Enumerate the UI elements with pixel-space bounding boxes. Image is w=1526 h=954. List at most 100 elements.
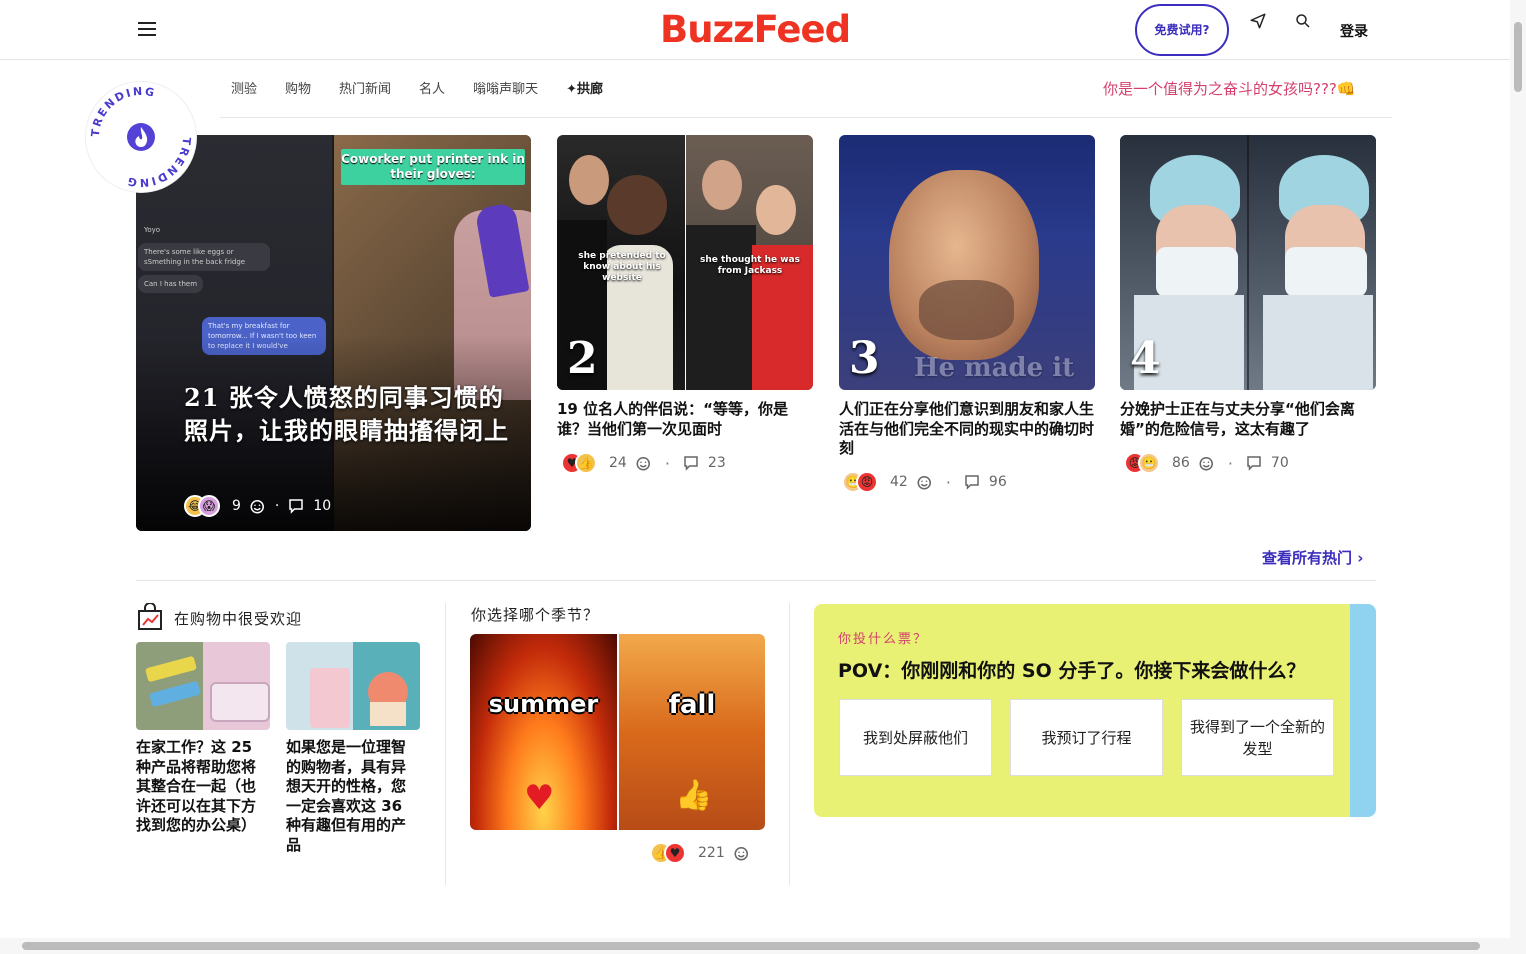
shopping-bag-icon: [138, 603, 162, 630]
comment-icon[interactable]: [1245, 454, 1263, 472]
add-reaction-icon[interactable]: [1198, 454, 1216, 472]
add-reaction-icon[interactable]: [249, 497, 267, 515]
summer-side[interactable]: summer ♥: [470, 634, 617, 830]
meta-dot: ·: [664, 453, 670, 473]
comment-count: 96: [988, 474, 1007, 490]
caption-right: she thought he was from Jackass: [700, 255, 800, 276]
card-thumbnail[interactable]: 4: [1120, 135, 1376, 390]
heart-icon: ♥: [524, 778, 555, 818]
card-meta: ♥ 👍 24 · 23: [561, 452, 726, 474]
meta-dot: ·: [945, 472, 951, 492]
vertical-scrollbar[interactable]: [1510, 0, 1526, 954]
chat-line: Yoyo: [144, 226, 161, 234]
shopping-thumbnail[interactable]: [286, 642, 420, 730]
summer-label: summer: [488, 690, 599, 718]
mask: [1156, 247, 1238, 297]
feature-overlay-label: Coworker put printer ink in their gloves…: [341, 149, 525, 185]
card-thumbnail[interactable]: He made it up 3: [839, 135, 1095, 390]
section-divider: [136, 580, 1376, 581]
nav-item-arcade[interactable]: ✦拱廊: [566, 78, 603, 97]
trending-card[interactable]: she pretended to know about his website …: [557, 135, 813, 439]
nav-item-celebrity[interactable]: 名人: [419, 78, 445, 97]
face: [702, 160, 742, 210]
comment-icon[interactable]: [682, 454, 700, 472]
feature-title[interactable]: 21 张令人愤怒的同事习惯的照片，让我的眼睛抽搐得闭上: [184, 381, 524, 447]
mask: [1285, 247, 1367, 297]
add-reaction-icon[interactable]: [635, 454, 653, 472]
poll-option[interactable]: 我到处屏蔽他们: [839, 699, 992, 776]
comment-count: 70: [1270, 455, 1289, 471]
login-link[interactable]: 登录: [1340, 21, 1368, 41]
thumb-right: [1249, 135, 1376, 390]
face: [607, 175, 667, 235]
season-quiz-heading[interactable]: 你选择哪个季节？: [471, 604, 599, 625]
season-quiz-image[interactable]: summer ♥ fall 👍: [470, 634, 765, 830]
free-trial-button[interactable]: 免费试用?: [1135, 4, 1229, 56]
view-all-trending-link[interactable]: 查看所有热门 ›: [1262, 547, 1363, 568]
comment-count: 10: [313, 498, 332, 514]
beard: [919, 280, 1014, 340]
season-quiz-meta: 👍 ♥ 221: [650, 842, 751, 864]
nav-item-buzzchat[interactable]: 嗡嗡声聊天: [473, 78, 538, 97]
caption: He made it up: [913, 353, 1075, 390]
vertical-scroll-thumb[interactable]: [1514, 22, 1522, 92]
cupcake-base: [370, 702, 406, 726]
card-title[interactable]: 19 位名人的伴侣说：“等等，你是谁？当他们第一次见面时: [557, 400, 813, 439]
column-divider: [789, 603, 790, 885]
rank-number: 4: [1130, 333, 1161, 384]
chevron-right-icon: ›: [1357, 549, 1364, 567]
card-title[interactable]: 人们正在分享他们意识到朋友和家人生活在与他们完全不同的现实中的确切时刻: [839, 400, 1095, 459]
promo-link[interactable]: 你是一个值得为之奋斗的女孩吗???👊: [1103, 78, 1356, 99]
menu-icon[interactable]: [138, 22, 156, 36]
reaction-count: 221: [698, 845, 725, 861]
horizontal-scrollbar[interactable]: [0, 938, 1510, 954]
nav-item-quizzes[interactable]: 测验: [231, 78, 257, 97]
thumbs-up-icon: 👍: [675, 778, 713, 813]
trending-card[interactable]: 4 分娩护士正在与丈夫分享“他们会离婚”的危险信号，这太有趣了: [1120, 135, 1376, 439]
trending-feature-card[interactable]: Yoyo There's some like eggs or sSmething…: [136, 135, 531, 531]
shopping-title[interactable]: 在家工作？这 25 种产品将帮助您将其整合在一起（也许还可以在其下方找到您的办公…: [136, 738, 270, 836]
buzzfeed-logo[interactable]: BuzzFeed: [660, 8, 851, 51]
poll-question-label: 你投什么票？: [838, 632, 929, 647]
face: [756, 185, 796, 235]
poll-title: POV：你刚刚和你的 SO 分手了。你接下来会做什么？: [838, 660, 1306, 682]
card-title[interactable]: 分娩护士正在与丈夫分享“他们会离婚”的危险信号，这太有趣了: [1120, 400, 1376, 439]
card-thumbnail[interactable]: she pretended to know about his website …: [557, 135, 813, 390]
reaction-count: 24: [609, 455, 627, 471]
meta-dot: ·: [274, 498, 280, 514]
trending-card[interactable]: He made it up 3 人们正在分享他们意识到朋友和家人生活在与他们完全…: [839, 135, 1095, 459]
sparkle-icon: ✦: [566, 82, 577, 97]
chat-line: There's some like eggs or sSmething in t…: [138, 243, 270, 271]
comment-icon[interactable]: [287, 497, 305, 515]
card-meta: 😡 😬 86 · 70: [1124, 452, 1289, 474]
scream-reaction-icon: 😱: [198, 495, 220, 517]
trending-badge: TRENDING TRENDING: [86, 82, 196, 192]
poll-option[interactable]: 我预订了行程: [1010, 699, 1163, 776]
poll-wave-accent: [1350, 604, 1376, 817]
horizontal-scroll-thumb[interactable]: [22, 942, 1480, 950]
reaction-count: 9: [232, 498, 241, 514]
nav-item-news[interactable]: 热门新闻: [339, 78, 391, 97]
search-icon[interactable]: [1294, 12, 1312, 30]
card-meta: 😬 😡 42 · 96: [842, 471, 1007, 493]
reaction-count: 42: [890, 474, 908, 490]
shopping-thumbnail[interactable]: [136, 642, 270, 730]
gown: [1263, 295, 1373, 390]
comment-icon[interactable]: [963, 473, 981, 491]
rank-number: 3: [849, 333, 880, 384]
caption-left: she pretended to know about his website: [578, 251, 666, 283]
add-reaction-icon[interactable]: [733, 844, 751, 862]
send-icon[interactable]: [1249, 12, 1267, 30]
nav-item-shopping[interactable]: 购物: [285, 78, 311, 97]
site-header: BuzzFeed 免费试用? 登录: [0, 0, 1510, 60]
comment-count: 23: [707, 455, 726, 471]
suit: [686, 225, 756, 390]
grimace-reaction-icon: 😬: [1138, 452, 1160, 474]
add-reaction-icon[interactable]: [916, 473, 934, 491]
cable-clip: [145, 655, 197, 683]
shopping-heading: 在购物中很受欢迎: [174, 610, 303, 628]
poll-option[interactable]: 我得到了一个全新的发型: [1181, 699, 1334, 776]
shopping-title[interactable]: 如果您是一位理智的购物者，具有异想天开的性格，您一定会喜欢这 36 种有趣但有用…: [286, 738, 420, 855]
fall-side[interactable]: fall 👍: [619, 634, 765, 830]
nav-item-arcade-label: 拱廊: [576, 82, 603, 97]
